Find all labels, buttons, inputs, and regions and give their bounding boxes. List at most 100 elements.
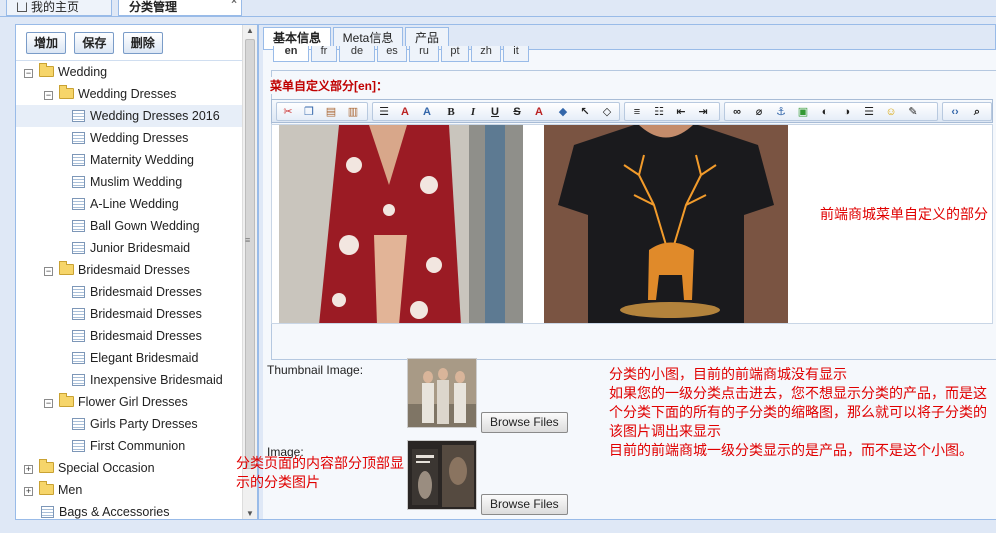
tree-node[interactable]: Maternity Wedding <box>16 149 242 171</box>
page-icon <box>72 352 85 364</box>
scroll-thumb[interactable] <box>245 39 255 469</box>
lang-tab-it[interactable]: it <box>503 46 529 62</box>
paste-icon[interactable]: ▤ <box>323 105 339 119</box>
expand-icon[interactable]: + <box>24 465 33 474</box>
tree-node-label: Special Occasion <box>58 461 155 475</box>
tree-node[interactable]: Wedding Dresses 2016 <box>16 105 242 127</box>
font-size-icon[interactable]: A <box>419 105 435 119</box>
tree-node-label: Muslim Wedding <box>90 175 183 189</box>
scroll-up-icon[interactable]: ▲ <box>246 26 254 35</box>
strikethrough-icon[interactable]: S <box>509 105 525 119</box>
tree-node-label: Bags & Accessories <box>59 505 170 519</box>
tree-toolbar: 增加 保存 删除 <box>16 25 257 61</box>
underline-icon[interactable]: U <box>487 105 503 119</box>
cut-icon[interactable]: ✂ <box>280 105 296 119</box>
spellcheck-icon[interactable]: A <box>397 105 413 119</box>
tree-node[interactable]: + Special Occasion <box>16 457 242 479</box>
unlink-icon[interactable]: ⌀ <box>751 105 767 119</box>
format-icon[interactable]: ☰ <box>376 105 392 119</box>
anchor-icon[interactable]: ⚓ <box>773 105 789 119</box>
tree-node[interactable]: + Men <box>16 479 242 501</box>
dress-photo <box>279 125 523 323</box>
collapse-icon[interactable]: − <box>44 399 53 408</box>
status-bar <box>0 520 996 533</box>
tree-node[interactable]: Junior Bridesmaid <box>16 237 242 259</box>
tree-node[interactable]: Ball Gown Wedding <box>16 215 242 237</box>
indent-icon[interactable]: ⇥ <box>695 105 711 119</box>
tree-node[interactable]: First Communion <box>16 435 242 457</box>
lang-tab-pt[interactable]: pt <box>441 46 469 62</box>
tree-scrollbar[interactable]: ▲ ≡ ▼ <box>242 25 257 519</box>
lang-tab-ru[interactable]: ru <box>409 46 439 62</box>
delete-button[interactable]: 删除 <box>122 32 163 54</box>
collapse-icon[interactable]: − <box>24 69 33 78</box>
edit-icon[interactable]: ✎ <box>905 105 921 119</box>
tree-node[interactable]: Inexpensive Bridesmaid <box>16 369 242 391</box>
list-icon[interactable]: ☷ <box>651 105 667 119</box>
paste-text-icon[interactable]: ▥ <box>345 105 361 119</box>
add-button[interactable]: 增加 <box>26 32 67 54</box>
toolbar-group-paragraph: ≡ ☷ ⇤ ⇥ <box>624 102 720 121</box>
italic-icon[interactable]: I <box>465 105 481 119</box>
media-icon[interactable]: ◑ <box>839 105 855 119</box>
text-color-icon[interactable]: A <box>531 105 547 119</box>
tree-node-label: Inexpensive Bridesmaid <box>90 373 223 387</box>
tree-node[interactable]: Bridesmaid Dresses <box>16 303 242 325</box>
bold-icon[interactable]: B <box>443 105 459 119</box>
menu-custom-note: 前端商城菜单自定义的部分 <box>820 206 988 222</box>
image-browse-button[interactable]: Browse Files <box>481 494 568 515</box>
tree-node[interactable]: Wedding Dresses <box>16 127 242 149</box>
collapse-icon[interactable]: − <box>44 267 53 276</box>
page-icon <box>72 132 85 144</box>
image-icon[interactable]: ▣ <box>795 105 811 119</box>
tree-node-label: Maternity Wedding <box>90 153 194 167</box>
source-code-icon[interactable]: ‹› <box>947 105 963 119</box>
smiley-icon[interactable]: ☺ <box>883 105 899 119</box>
page-icon <box>72 418 85 430</box>
eraser-icon[interactable]: ◇ <box>599 105 615 119</box>
lang-tab-fr[interactable]: fr <box>311 46 337 62</box>
close-icon[interactable]: × <box>231 0 237 7</box>
tab-home[interactable]: 我的主页 <box>6 0 112 16</box>
collapse-icon[interactable]: − <box>44 91 53 100</box>
tree-node[interactable]: Bridesmaid Dresses <box>16 281 242 303</box>
top-tab-bar: 我的主页 分类管理 × <box>0 0 996 17</box>
tree-node-label: Bridesmaid Dresses <box>90 329 202 343</box>
toolbar-group-insert: ∞ ⌀ ⚓ ▣ ◐ ◑ ☰ ☺ ✎ <box>724 102 938 121</box>
tree-node[interactable]: − Bridesmaid Dresses <box>16 259 242 281</box>
tree-node[interactable]: Bridesmaid Dresses <box>16 325 242 347</box>
tree-node[interactable]: Girls Party Dresses <box>16 413 242 435</box>
tab-category-management[interactable]: 分类管理 × <box>118 0 242 16</box>
tree-node[interactable]: Bags & Accessories <box>16 501 242 519</box>
lang-tab-en[interactable]: en <box>273 46 309 62</box>
home-icon <box>17 2 27 12</box>
preview-icon[interactable]: ⌕ <box>969 105 985 119</box>
select-icon[interactable]: ↖ <box>577 105 593 119</box>
lang-tab-de[interactable]: de <box>339 46 375 62</box>
scroll-grip-icon: ≡ <box>245 235 251 245</box>
tree-node[interactable]: − Wedding <box>16 61 242 83</box>
align-icon[interactable]: ≡ <box>629 105 645 119</box>
page-icon <box>72 176 85 188</box>
page-icon <box>72 308 85 320</box>
tree-node[interactable]: − Flower Girl Dresses <box>16 391 242 413</box>
copy-icon[interactable]: ❐ <box>301 105 317 119</box>
hr-icon[interactable]: ☰ <box>861 105 877 119</box>
lang-tab-zh[interactable]: zh <box>471 46 501 62</box>
editor-content[interactable] <box>271 124 993 324</box>
thumbnail-browse-button[interactable]: Browse Files <box>481 412 568 433</box>
tree-node[interactable]: A-Line Wedding <box>16 193 242 215</box>
tree-node[interactable]: Muslim Wedding <box>16 171 242 193</box>
highlight-icon[interactable]: ◆ <box>555 105 571 119</box>
expand-icon[interactable]: + <box>24 487 33 496</box>
lang-tab-es[interactable]: es <box>377 46 407 62</box>
tree-node[interactable]: Elegant Bridesmaid <box>16 347 242 369</box>
flash-icon[interactable]: ◐ <box>817 105 833 119</box>
tree-node[interactable]: − Wedding Dresses <box>16 83 242 105</box>
outdent-icon[interactable]: ⇤ <box>673 105 689 119</box>
save-button[interactable]: 保存 <box>74 32 115 54</box>
tree-node-label: Bridesmaid Dresses <box>90 285 202 299</box>
link-icon[interactable]: ∞ <box>729 105 745 119</box>
scroll-down-icon[interactable]: ▼ <box>246 509 254 518</box>
page-icon <box>72 198 85 210</box>
